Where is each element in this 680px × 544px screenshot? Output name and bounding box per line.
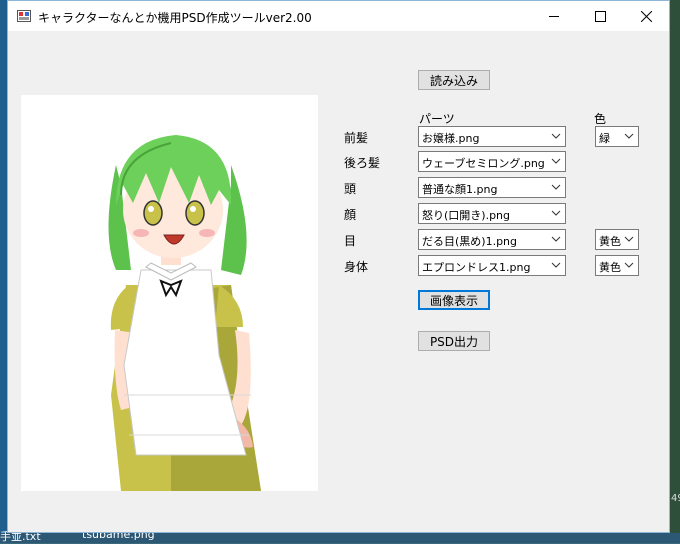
chevron-down-icon: [551, 236, 561, 242]
maximize-button[interactable]: [577, 1, 623, 31]
character-preview: [21, 95, 318, 491]
head-select[interactable]: 普通な顔1.png: [418, 177, 566, 198]
desktop-right-label: 49: [671, 493, 680, 504]
title-bar[interactable]: キャラクターなんとか機用PSD作成ツールver2.00: [8, 1, 669, 31]
eyes-color-select[interactable]: 黄色: [595, 229, 639, 250]
eyes-select[interactable]: だる目(黒め)1.png: [418, 229, 566, 250]
app-icon: [17, 10, 31, 22]
face-select[interactable]: 怒り(口開き).png: [418, 203, 566, 224]
front-hair-label: 前髪: [344, 131, 369, 145]
eyes-value: だる目(黒め)1.png: [422, 235, 518, 248]
chevron-down-icon: [551, 184, 561, 190]
body-color-value: 黄色: [599, 261, 621, 274]
chevron-down-icon: [624, 133, 634, 139]
head-label: 頭: [344, 182, 357, 196]
back-hair-select[interactable]: ウェーブセミロング.png: [418, 151, 566, 172]
desktop-right-strip: [670, 0, 680, 543]
head-value: 普通な顔1.png: [422, 183, 498, 196]
show-image-button[interactable]: 画像表示: [418, 290, 490, 310]
load-button[interactable]: 読み込み: [418, 70, 490, 90]
front-hair-select[interactable]: お嬢様.png: [418, 126, 566, 147]
minimize-icon: [549, 16, 559, 17]
front-hair-color-value: 緑: [599, 132, 610, 145]
face-label: 顔: [344, 208, 357, 222]
minimize-button[interactable]: [531, 1, 577, 31]
back-hair-label: 後ろ髪: [344, 156, 381, 170]
eyes-label: 目: [344, 234, 357, 248]
app-window: キャラクターなんとか機用PSD作成ツールver2.00 読み込み パーツ 色 前…: [7, 0, 670, 533]
body-label: 身体: [344, 260, 369, 274]
color-header: 色: [594, 112, 607, 126]
chevron-down-icon: [551, 210, 561, 216]
body-select[interactable]: エプロンドレス1.png: [418, 255, 566, 276]
front-hair-color-select[interactable]: 緑: [595, 126, 639, 147]
chevron-down-icon: [624, 236, 634, 242]
chevron-down-icon: [551, 158, 561, 164]
parts-header: パーツ: [419, 112, 455, 126]
maximize-icon: [594, 10, 606, 22]
chevron-down-icon: [551, 262, 561, 268]
chevron-down-icon: [551, 133, 561, 139]
psd-output-button[interactable]: PSD出力: [418, 331, 490, 351]
face-value: 怒り(口開き).png: [422, 209, 511, 222]
body-color-select[interactable]: 黄色: [595, 255, 639, 276]
eyes-color-value: 黄色: [599, 235, 621, 248]
chevron-down-icon: [624, 262, 634, 268]
front-hair-value: お嬢様.png: [422, 132, 480, 145]
close-button[interactable]: [623, 1, 669, 31]
body-value: エプロンドレス1.png: [422, 261, 531, 274]
back-hair-value: ウェーブセミロング.png: [422, 157, 545, 170]
window-title: キャラクターなんとか機用PSD作成ツールver2.00: [38, 11, 312, 25]
close-icon: [640, 10, 652, 22]
character-illustration: [108, 135, 261, 491]
